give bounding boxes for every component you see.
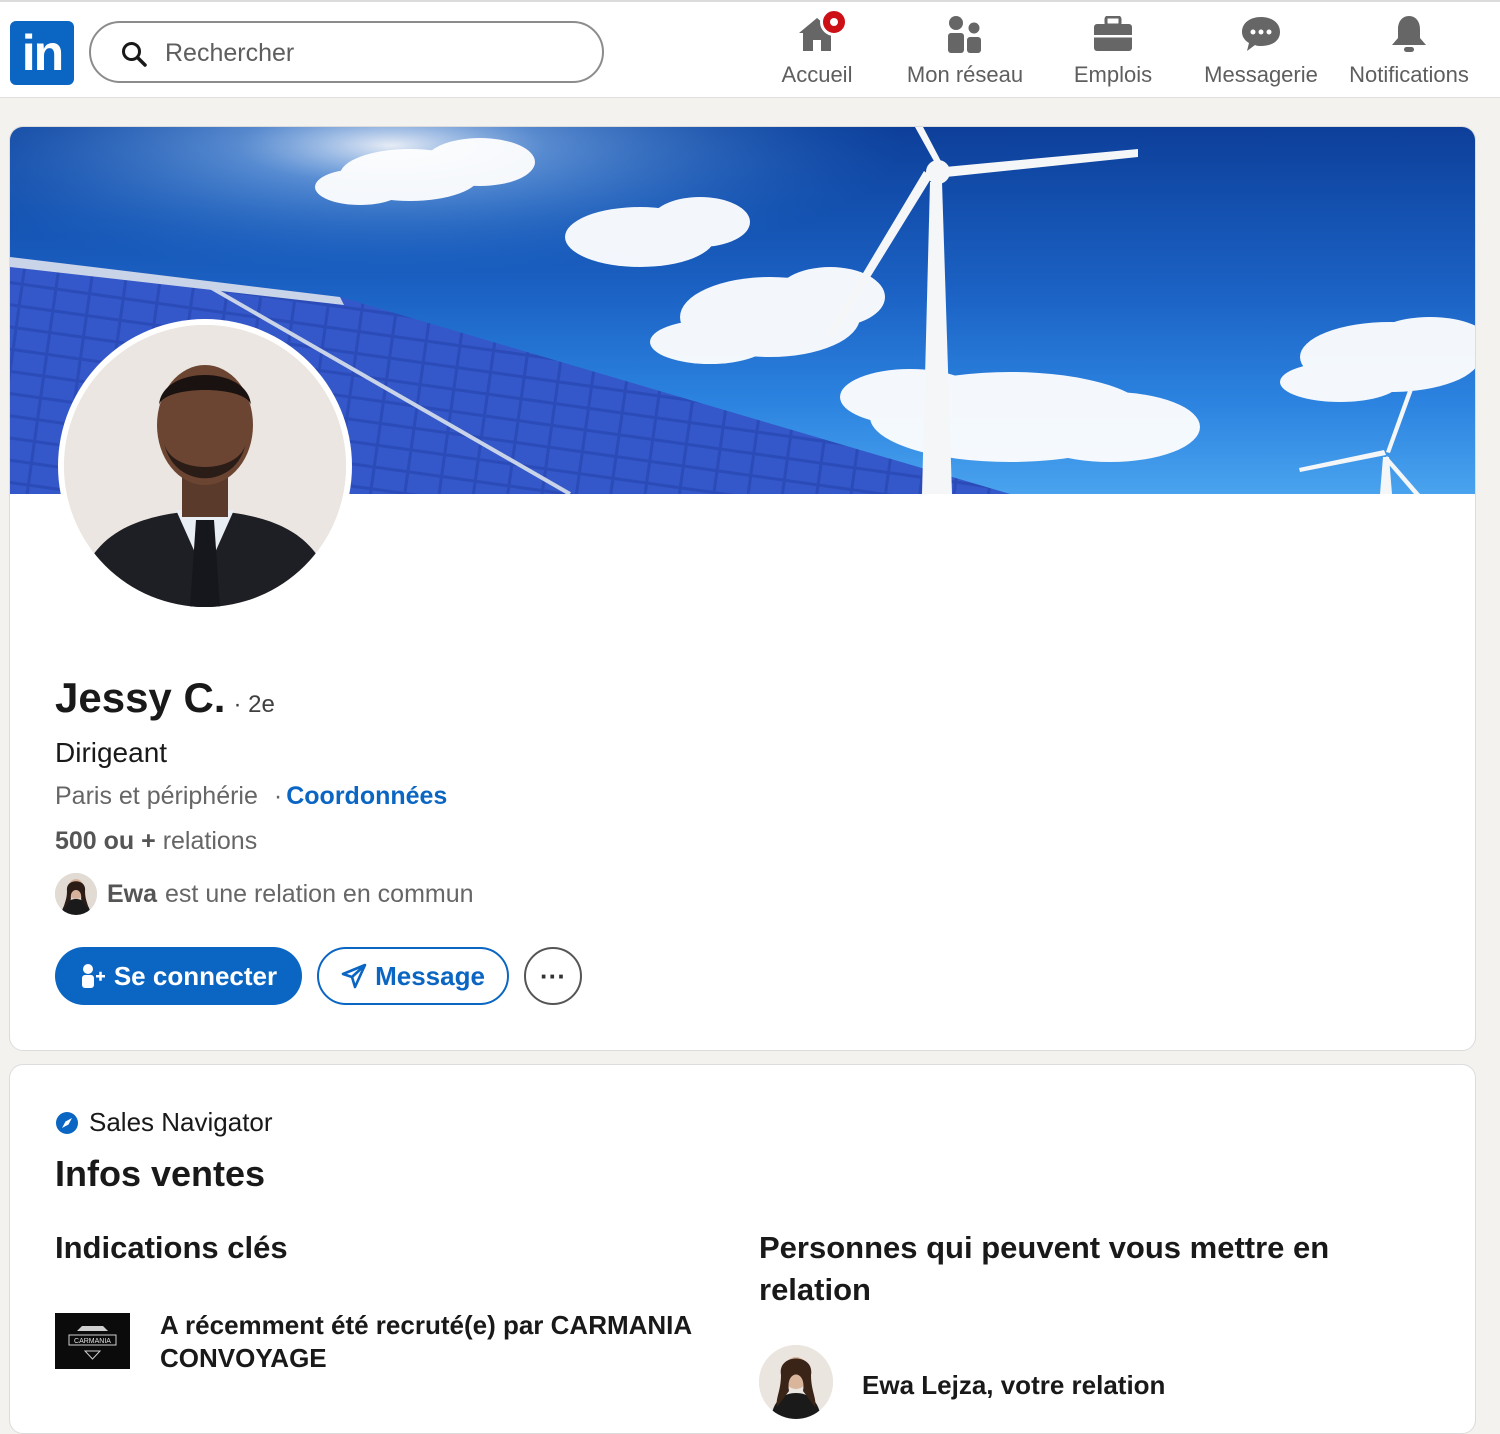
- bell-icon: [1392, 16, 1426, 52]
- add-person-icon: [81, 964, 105, 988]
- person-avatar[interactable]: [759, 1345, 833, 1419]
- sales-navigator-brand: Sales Navigator: [55, 1107, 273, 1138]
- briefcase-icon: [1094, 16, 1132, 51]
- nav-notifications-label: Notifications: [1349, 62, 1469, 87]
- nav-messaging-label: Messagerie: [1204, 62, 1318, 87]
- nav-notifications[interactable]: Notifications: [1334, 12, 1484, 92]
- location-separator: ·: [273, 782, 283, 810]
- relations-label: relations: [162, 827, 258, 855]
- mutual-avatar: [55, 873, 97, 915]
- location-row: Paris et périphérie · Coordonnées: [55, 782, 447, 811]
- chat-icon: [1242, 17, 1280, 51]
- relations-count[interactable]: 500 ou + relations: [55, 827, 257, 856]
- profile-name: Jessy C.: [55, 674, 226, 721]
- connect-button[interactable]: Se connecter: [55, 947, 302, 1005]
- nav-jobs[interactable]: Emplois: [1038, 12, 1188, 92]
- nav-home[interactable]: Accueil: [742, 8, 892, 92]
- people-connect-title: Personnes qui peuvent vous mettre en rel…: [759, 1230, 1330, 1307]
- person-avatar-image: [759, 1345, 833, 1419]
- linkedin-logo[interactable]: in: [10, 21, 74, 85]
- profile-headline: Dirigeant: [55, 737, 168, 768]
- profile-photo-image: [64, 325, 346, 607]
- nav-network[interactable]: Mon réseau: [890, 12, 1040, 92]
- search-input[interactable]: [163, 31, 587, 75]
- mutual-connection[interactable]: Ewa est une relation en commun: [55, 873, 474, 915]
- key-insight-text: A récemment été recruté(e) par CARMANIA …: [160, 1310, 692, 1373]
- network-icon: [948, 16, 981, 53]
- profile-card: Jessy C. · 2e Dirigeant Paris et périphé…: [9, 126, 1476, 1051]
- profile-name-row: Jessy C. · 2e: [55, 674, 275, 722]
- search-bar[interactable]: [89, 21, 604, 83]
- send-icon: [341, 963, 367, 989]
- key-insights-title: Indications clés: [55, 1230, 288, 1265]
- notification-badge: [820, 8, 848, 36]
- message-label: Message: [375, 960, 485, 991]
- nav-jobs-label: Emplois: [1073, 62, 1153, 87]
- compass-icon: [56, 1111, 78, 1134]
- more-actions-button[interactable]: ···: [524, 947, 582, 1005]
- sales-insights-card: Sales Navigator Infos ventes Indications…: [9, 1064, 1476, 1434]
- nav-messaging[interactable]: Messagerie: [1186, 12, 1336, 92]
- top-navigation: in Accueil Mon réseau: [0, 0, 1500, 98]
- sales-title: Infos ventes: [55, 1153, 266, 1194]
- nav-network-label: Mon réseau: [906, 62, 1024, 87]
- message-button[interactable]: Message: [317, 947, 509, 1005]
- company-logo-text: CARMANIA: [74, 1338, 111, 1345]
- mutual-avatar-image: [55, 873, 97, 915]
- contact-info-link[interactable]: Coordonnées: [286, 782, 447, 810]
- profile-photo-frame[interactable]: [58, 319, 352, 613]
- company-logo[interactable]: CARMANIA: [55, 1313, 130, 1369]
- sales-navigator-label: Sales Navigator: [89, 1107, 273, 1137]
- nav-home-label: Accueil: [781, 62, 853, 87]
- mutual-text: est une relation en commun: [165, 879, 474, 908]
- profile-location: Paris et périphérie: [55, 782, 258, 810]
- connection-degree: · 2e: [233, 691, 275, 718]
- profile-photo: [64, 325, 346, 607]
- search-icon: [122, 42, 147, 67]
- mutual-name: Ewa: [107, 879, 158, 908]
- company-logo-image: CARMANIA: [55, 1313, 130, 1369]
- relations-number: 500 ou +: [55, 827, 156, 855]
- mutual-person-text[interactable]: Ewa Lejza, votre relation: [862, 1370, 1165, 1401]
- connect-label: Se connecter: [113, 960, 278, 991]
- more-icon: ···: [540, 960, 566, 991]
